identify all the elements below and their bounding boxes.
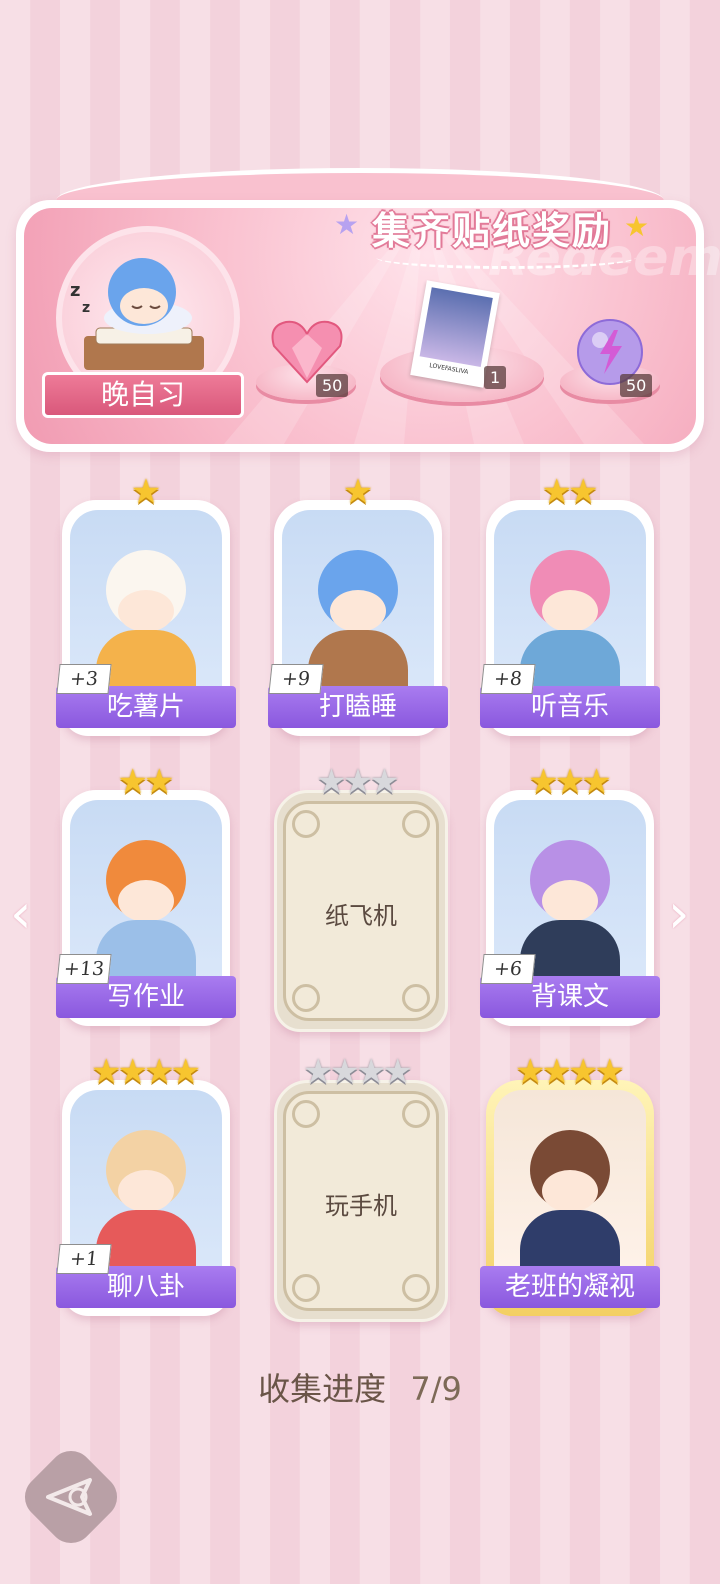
banner-title: 集齐贴纸奖励 bbox=[372, 208, 613, 253]
star-rating: ★★ bbox=[62, 764, 230, 800]
frame-ornament-icon bbox=[402, 810, 430, 838]
gold-star-icon: ★ bbox=[581, 762, 612, 802]
back-arrow-icon bbox=[46, 1478, 92, 1516]
sticker-card[interactable]: 写作业 +13 bbox=[56, 790, 236, 1026]
sticker-card[interactable]: 背课文 +6 bbox=[480, 790, 660, 1026]
frame-ornament-icon bbox=[292, 1100, 320, 1128]
star-rating: ★ bbox=[274, 474, 442, 510]
reward-count: 50 bbox=[316, 374, 349, 397]
star-rating: ★★★★ bbox=[486, 1054, 654, 1090]
frame-ornament-icon bbox=[402, 984, 430, 1012]
sticker-bonus: +13 bbox=[56, 954, 112, 984]
sticker-bonus: +1 bbox=[56, 1244, 112, 1274]
gold-star-icon: ★ bbox=[594, 1052, 625, 1092]
sticker-card[interactable]: 玩手机 bbox=[274, 1080, 448, 1322]
gold-star-icon: ★ bbox=[130, 472, 162, 512]
sticker-card[interactable]: 老班的凝视 bbox=[480, 1080, 660, 1316]
frame-ornament-icon bbox=[292, 1274, 320, 1302]
sticker-bonus: +9 bbox=[268, 664, 324, 694]
star-rating: ★★★ bbox=[486, 764, 654, 800]
svg-text:z: z bbox=[70, 280, 80, 301]
sticker-card[interactable]: 打瞌睡 +9 bbox=[268, 500, 448, 736]
locked-card-frame: 玩手机 bbox=[283, 1091, 439, 1311]
star-rating: ★★★★ bbox=[62, 1054, 230, 1090]
reward-count: 1 bbox=[484, 366, 507, 389]
next-page-arrow[interactable]: › bbox=[668, 882, 690, 945]
reward-banner: Redeem ★ ★ 集齐贴纸奖励 z z 晚自习 50 LOVEFASLIVA… bbox=[16, 168, 720, 452]
sticker-name: 老班的凝视 bbox=[480, 1266, 660, 1308]
sticker-bonus: +3 bbox=[56, 664, 112, 694]
sticker-card[interactable]: 聊八卦 +1 bbox=[56, 1080, 236, 1316]
character-face-icon bbox=[330, 590, 386, 632]
character-face-icon bbox=[542, 1170, 598, 1212]
progress-label: 收集进度 bbox=[258, 1370, 387, 1408]
gold-star-icon: ★ bbox=[568, 472, 599, 512]
purple-star-icon: ★ bbox=[334, 208, 360, 241]
star-rating: ★ bbox=[62, 474, 230, 510]
sticker-art bbox=[494, 1090, 646, 1286]
sticker-bonus: +6 bbox=[480, 954, 536, 984]
grey-star-icon: ★ bbox=[369, 762, 400, 802]
frame-ornament-icon bbox=[402, 1100, 430, 1128]
star-rating: ★★ bbox=[486, 474, 654, 510]
collection-progress: 收集进度 7/9 bbox=[0, 1364, 720, 1410]
frame-ornament-icon bbox=[292, 810, 320, 838]
grey-star-icon: ★ bbox=[382, 1052, 413, 1092]
frame-ornament-icon bbox=[402, 1274, 430, 1302]
gold-star-icon: ★ bbox=[170, 1052, 201, 1092]
reward-count: 50 bbox=[620, 374, 653, 397]
sticker-card[interactable]: 纸飞机 bbox=[274, 790, 448, 1032]
progress-value: 7/9 bbox=[410, 1370, 462, 1408]
star-rating: ★★★★ bbox=[274, 1054, 442, 1090]
gold-star-icon: ★ bbox=[624, 210, 650, 243]
locked-card-frame: 纸飞机 bbox=[283, 801, 439, 1021]
svg-text:z: z bbox=[82, 300, 90, 316]
character-face-icon bbox=[118, 1170, 174, 1212]
locked-card-name: 纸飞机 bbox=[325, 902, 397, 930]
sticker-card[interactable]: 听音乐 +8 bbox=[480, 500, 660, 736]
level-label: 晚自习 bbox=[42, 372, 244, 418]
character-face-icon bbox=[542, 880, 598, 922]
prev-page-arrow[interactable]: ‹ bbox=[10, 882, 32, 945]
sleeping-boy-icon: z z bbox=[70, 258, 204, 370]
sticker-bonus: +8 bbox=[480, 664, 536, 694]
star-rating: ★★★ bbox=[274, 764, 442, 800]
character-face-icon bbox=[118, 880, 174, 922]
character-face-icon bbox=[118, 590, 174, 632]
gold-star-icon: ★ bbox=[342, 472, 374, 512]
character-face-icon bbox=[542, 590, 598, 632]
frame-ornament-icon bbox=[292, 984, 320, 1012]
gold-star-icon: ★ bbox=[144, 762, 175, 802]
locked-card-name: 玩手机 bbox=[325, 1192, 397, 1220]
sticker-card[interactable]: 吃薯片 +3 bbox=[56, 500, 236, 736]
